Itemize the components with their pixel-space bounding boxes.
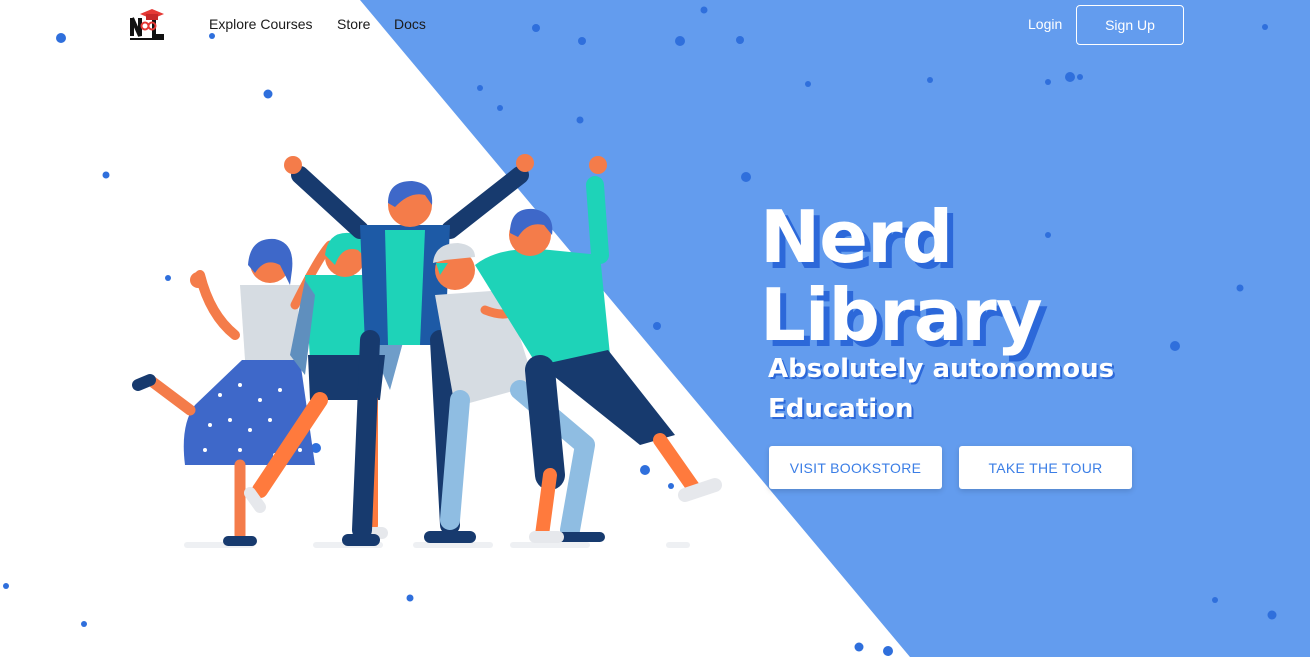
person-girl-skirt <box>132 238 315 546</box>
hero-subtitle-line2: Education <box>768 394 914 424</box>
hero-title-line2: Library <box>760 273 1043 357</box>
happy-students-illustration <box>132 154 722 548</box>
hero-title: Nerd Library <box>760 195 1043 357</box>
hero-subtitle: Absolutely autonomous Education <box>768 349 1128 429</box>
hero-title-line1: Nerd <box>760 195 953 279</box>
logo-icon <box>130 9 164 40</box>
nav-store[interactable]: Store <box>337 16 370 32</box>
take-the-tour-button[interactable]: TAKE THE TOUR <box>959 446 1132 489</box>
signup-button[interactable]: Sign Up <box>1076 5 1184 45</box>
hero-subtitle-line1: Absolutely autonomous <box>768 354 1115 384</box>
nav-docs[interactable]: Docs <box>394 16 426 32</box>
nav-explore-courses[interactable]: Explore Courses <box>209 16 313 32</box>
visit-bookstore-button[interactable]: VISIT BOOKSTORE <box>769 446 942 489</box>
nerd-library-logo[interactable] <box>128 8 168 42</box>
login-link[interactable]: Login <box>1028 16 1062 32</box>
